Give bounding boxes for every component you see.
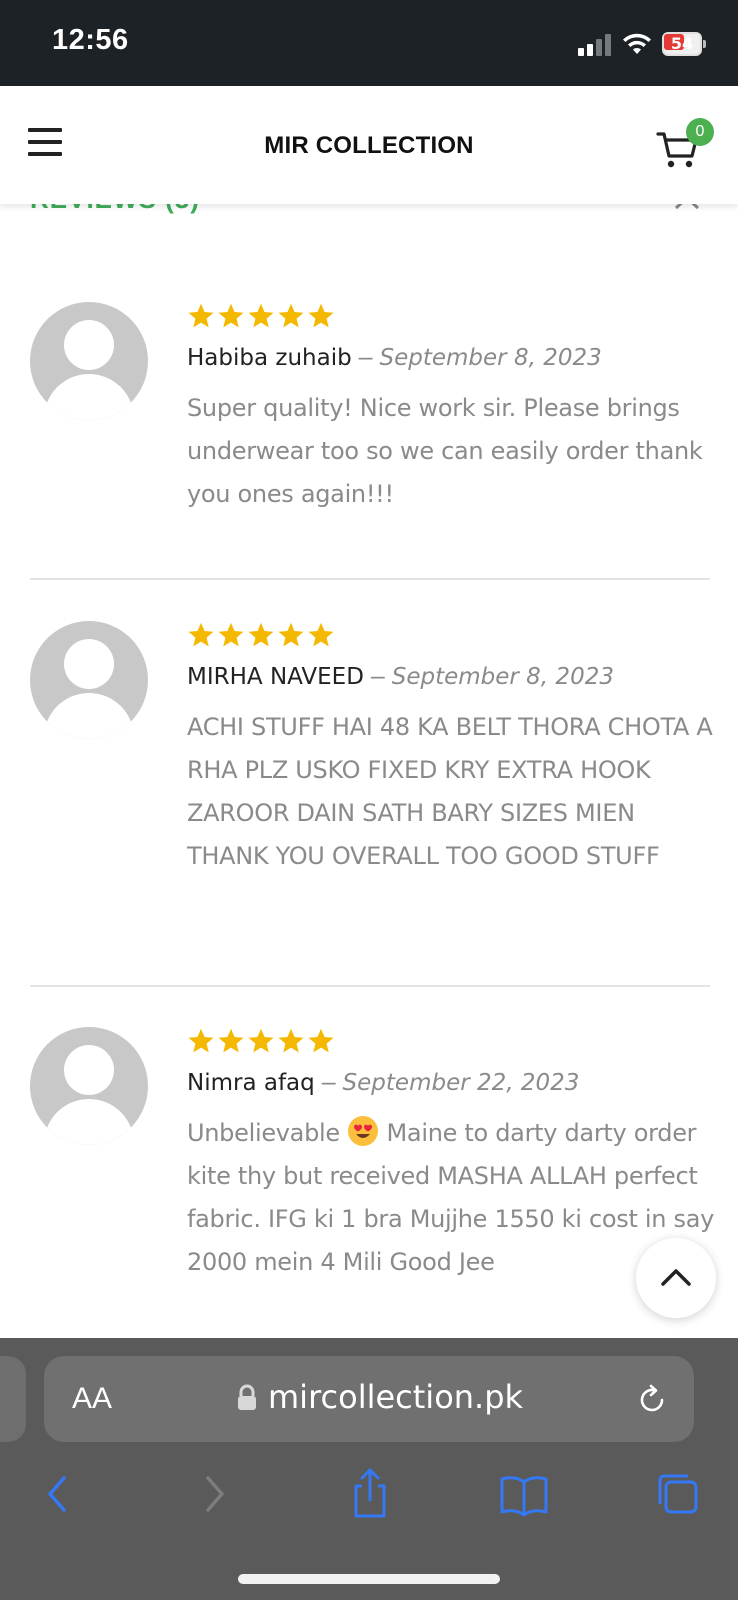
avatar bbox=[30, 302, 148, 420]
review-text: Super quality! Nice work sir. Please bri… bbox=[187, 394, 703, 508]
bookmarks-icon[interactable] bbox=[494, 1464, 554, 1524]
star-icon bbox=[308, 622, 334, 647]
divider bbox=[30, 985, 710, 987]
review-author: Nimra afaq bbox=[187, 1070, 315, 1096]
avatar bbox=[30, 1027, 148, 1145]
review-author: Habiba zuhaib bbox=[187, 345, 352, 371]
heart-eyes-emoji-icon bbox=[348, 1116, 379, 1146]
review-separator: – bbox=[314, 1068, 343, 1096]
star-icon bbox=[218, 622, 244, 647]
site-header: MIR COLLECTION 0 bbox=[0, 86, 738, 204]
review-separator: – bbox=[351, 343, 380, 371]
cart-button[interactable]: 0 bbox=[656, 118, 714, 172]
brand-title[interactable]: MIR COLLECTION bbox=[0, 132, 738, 160]
forward-icon[interactable] bbox=[184, 1464, 244, 1524]
wifi-icon bbox=[623, 33, 651, 54]
star-icon bbox=[248, 622, 274, 647]
star-icon bbox=[278, 622, 304, 647]
browser-bottom-bar: AA mircollection.pk bbox=[0, 1338, 738, 1600]
star-icon bbox=[308, 303, 334, 328]
cellular-signal-icon bbox=[578, 34, 612, 56]
review-separator: – bbox=[363, 662, 392, 690]
address-bar[interactable]: AA mircollection.pk bbox=[44, 1356, 694, 1442]
avatar bbox=[30, 621, 148, 739]
review-meta: Habiba zuhaib – September 8, 2023 bbox=[187, 340, 717, 375]
browser-toolbar bbox=[0, 1464, 738, 1524]
star-icon bbox=[188, 303, 214, 328]
reload-icon[interactable] bbox=[634, 1382, 670, 1418]
divider bbox=[30, 578, 710, 580]
review-date: September 8, 2023 bbox=[391, 664, 614, 690]
star-icon bbox=[188, 622, 214, 647]
star-icon bbox=[278, 303, 304, 328]
tabs-icon[interactable] bbox=[648, 1464, 708, 1524]
review-text: ACHI STUFF HAI 48 KA BELT THORA CHOTA A … bbox=[187, 713, 713, 870]
text-size-button[interactable]: AA bbox=[72, 1382, 112, 1416]
star-rating bbox=[187, 302, 717, 332]
review-date: September 8, 2023 bbox=[379, 345, 602, 371]
chevron-up-icon bbox=[661, 1269, 691, 1286]
review-date: September 22, 2023 bbox=[342, 1070, 580, 1096]
review-meta: MIRHA NAVEED – September 8, 2023 bbox=[187, 659, 717, 694]
review-author: MIRHA NAVEED bbox=[187, 664, 364, 690]
review-text-part: Unbelievable bbox=[187, 1119, 348, 1147]
cart-count-badge: 0 bbox=[686, 118, 714, 146]
star-icon bbox=[308, 1028, 334, 1053]
star-rating bbox=[187, 1027, 717, 1057]
lock-icon bbox=[238, 1384, 256, 1410]
star-icon bbox=[188, 1028, 214, 1053]
back-icon[interactable] bbox=[28, 1464, 88, 1524]
star-icon bbox=[218, 303, 244, 328]
status-time: 12:56 bbox=[52, 24, 129, 56]
star-icon bbox=[218, 1028, 244, 1053]
scroll-to-top-button[interactable] bbox=[636, 1238, 716, 1318]
battery-icon: 54 bbox=[662, 32, 706, 56]
star-icon bbox=[248, 1028, 274, 1053]
star-icon bbox=[278, 1028, 304, 1053]
battery-level: 54 bbox=[670, 34, 694, 53]
status-bar: 12:56 54 bbox=[0, 0, 738, 86]
star-rating bbox=[187, 621, 717, 651]
previous-tab-preview[interactable] bbox=[0, 1356, 26, 1442]
star-icon bbox=[248, 303, 274, 328]
url-text[interactable]: mircollection.pk bbox=[268, 1378, 523, 1416]
share-icon[interactable] bbox=[340, 1464, 400, 1524]
review-meta: Nimra afaq – September 22, 2023 bbox=[187, 1065, 717, 1100]
home-indicator bbox=[238, 1574, 500, 1584]
